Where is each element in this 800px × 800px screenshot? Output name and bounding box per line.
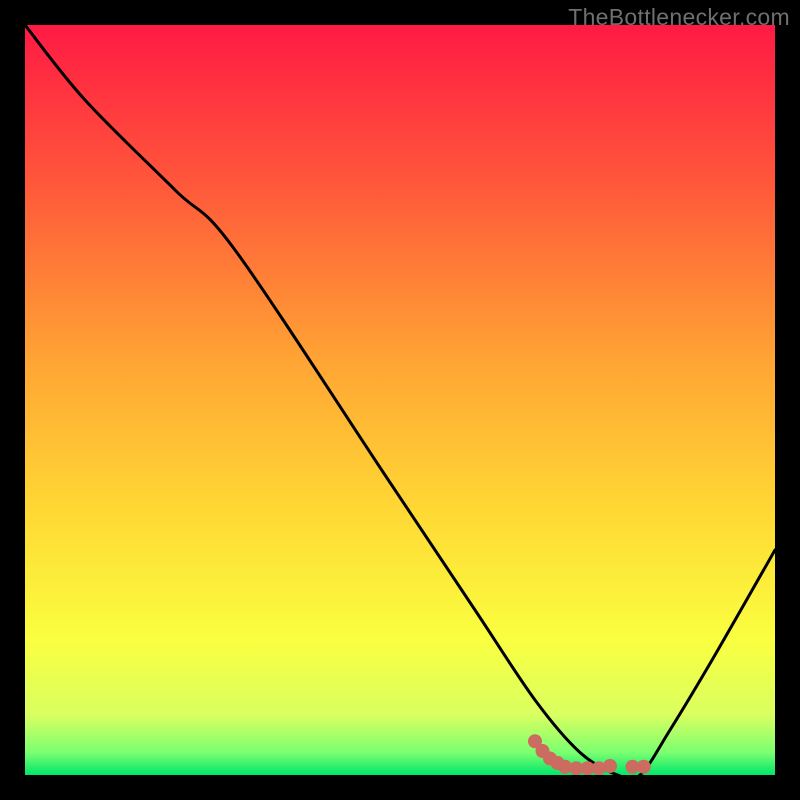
chart-frame: TheBottlenecker.com: [0, 0, 800, 800]
optimal-dot: [637, 760, 651, 774]
optimal-dot: [603, 759, 617, 773]
plot-area: [25, 25, 775, 775]
gradient-background: [25, 25, 775, 775]
bottleneck-chart: [25, 25, 775, 775]
